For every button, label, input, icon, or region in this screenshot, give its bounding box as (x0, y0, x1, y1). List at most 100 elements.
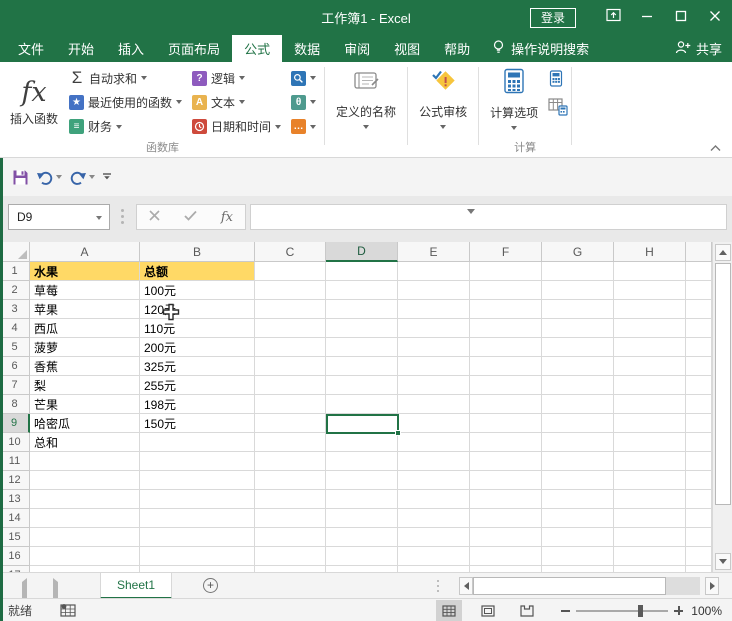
ribbon-tab-6[interactable]: 审阅 (332, 35, 382, 62)
cell-F16[interactable] (470, 547, 542, 566)
close-button[interactable] (698, 0, 732, 35)
cell-F2[interactable] (470, 281, 542, 300)
cell-F8[interactable] (470, 395, 542, 414)
cell-E2[interactable] (398, 281, 470, 300)
row-header-15[interactable]: 15 (0, 528, 30, 547)
scroll-left-button[interactable] (459, 577, 473, 595)
cell[interactable] (686, 338, 712, 357)
cell-F13[interactable] (470, 490, 542, 509)
insert-function-fx-button[interactable]: fx (221, 210, 233, 225)
cell-A7[interactable]: 梨 (30, 376, 140, 395)
cell-A1[interactable]: 水果 (30, 262, 140, 281)
cell-H16[interactable] (614, 547, 686, 566)
cell-E11[interactable] (398, 452, 470, 471)
cell-A2[interactable]: 草莓 (30, 281, 140, 300)
cell-E1[interactable] (398, 262, 470, 281)
cell-E7[interactable] (398, 376, 470, 395)
cell-F11[interactable] (470, 452, 542, 471)
cell[interactable] (686, 281, 712, 300)
confirm-entry-button[interactable] (184, 208, 197, 226)
name-box[interactable]: D9 (8, 204, 110, 230)
column-header-C[interactable]: C (255, 242, 326, 262)
maximize-button[interactable] (664, 0, 698, 35)
tab-bar-resizer[interactable] (437, 580, 439, 592)
scroll-right-button[interactable] (705, 577, 719, 595)
cell-C15[interactable] (255, 528, 326, 547)
formula-bar-resizer[interactable] (121, 209, 124, 224)
cell[interactable] (686, 433, 712, 452)
cell-A8[interactable]: 芒果 (30, 395, 140, 414)
cell-D1[interactable] (326, 262, 398, 281)
vertical-scrollbar-thumb[interactable] (715, 263, 731, 505)
zoom-slider-handle[interactable] (638, 605, 643, 617)
cell-D3[interactable] (326, 300, 398, 319)
scroll-down-button[interactable] (715, 553, 731, 570)
formula-auditing-button[interactable]: 公式审核 (411, 64, 475, 141)
zoom-in-button[interactable] (674, 606, 683, 615)
scroll-up-button[interactable] (715, 244, 731, 261)
cell[interactable] (686, 452, 712, 471)
select-all-button[interactable] (0, 242, 30, 262)
cell-D5[interactable] (326, 338, 398, 357)
collapse-ribbon-button[interactable] (709, 140, 722, 158)
row-header-4[interactable]: 4 (0, 319, 30, 338)
cell-D6[interactable] (326, 357, 398, 376)
cell[interactable] (686, 547, 712, 566)
cancel-entry-button[interactable] (149, 208, 160, 226)
cell-H9[interactable] (614, 414, 686, 433)
cell-H13[interactable] (614, 490, 686, 509)
cell-G1[interactable] (542, 262, 614, 281)
undo-button[interactable] (36, 170, 62, 185)
cell[interactable] (686, 471, 712, 490)
vertical-scrollbar[interactable] (712, 242, 732, 572)
zoom-out-button[interactable] (561, 610, 570, 612)
macro-record-button[interactable] (60, 603, 76, 617)
redo-button[interactable] (69, 170, 95, 185)
cell-G3[interactable] (542, 300, 614, 319)
function-library-item[interactable]: 日期和时间 (189, 116, 284, 138)
cell-A9[interactable]: 哈密瓜 (30, 414, 140, 433)
ribbon-display-options-button[interactable] (596, 0, 630, 35)
cell-D4[interactable] (326, 319, 398, 338)
cell-F14[interactable] (470, 509, 542, 528)
cell-B1[interactable]: 总额 (140, 262, 255, 281)
fill-handle[interactable] (395, 430, 401, 436)
row-header-5[interactable]: 5 (0, 338, 30, 357)
customize-qat-button[interactable] (102, 171, 112, 183)
cell-E13[interactable] (398, 490, 470, 509)
function-library-item[interactable] (288, 67, 319, 89)
row-header-14[interactable]: 14 (0, 509, 30, 528)
cell-B8[interactable]: 198元 (140, 395, 255, 414)
cell[interactable] (686, 414, 712, 433)
cell-G10[interactable] (542, 433, 614, 452)
cell-H2[interactable] (614, 281, 686, 300)
calculation-options-button[interactable]: 计算选项 (482, 64, 546, 141)
cell-F9[interactable] (470, 414, 542, 433)
cell[interactable] (686, 490, 712, 509)
cell-B13[interactable] (140, 490, 255, 509)
cell-E8[interactable] (398, 395, 470, 414)
cell[interactable] (686, 300, 712, 319)
calculate-now-button[interactable] (548, 70, 568, 92)
cell-H7[interactable] (614, 376, 686, 395)
column-header-G[interactable]: G (542, 242, 614, 262)
cell[interactable] (686, 376, 712, 395)
cell-D2[interactable] (326, 281, 398, 300)
cell-D12[interactable] (326, 471, 398, 490)
function-library-item[interactable]: θ (288, 91, 319, 113)
cell-G8[interactable] (542, 395, 614, 414)
row-header-8[interactable]: 8 (0, 395, 30, 414)
cell-E5[interactable] (398, 338, 470, 357)
cell-E6[interactable] (398, 357, 470, 376)
cell-G14[interactable] (542, 509, 614, 528)
cell-G13[interactable] (542, 490, 614, 509)
calculate-sheet-button[interactable] (548, 98, 568, 121)
row-header-11[interactable]: 11 (0, 452, 30, 471)
zoom-level[interactable]: 100% (691, 604, 722, 618)
horizontal-scrollbar-thumb[interactable] (473, 577, 666, 595)
function-library-item[interactable]: ★最近使用的函数 (66, 91, 185, 113)
row-header-16[interactable]: 16 (0, 547, 30, 566)
zoom-slider[interactable] (576, 610, 668, 612)
cell-C6[interactable] (255, 357, 326, 376)
column-header-H[interactable]: H (614, 242, 686, 262)
